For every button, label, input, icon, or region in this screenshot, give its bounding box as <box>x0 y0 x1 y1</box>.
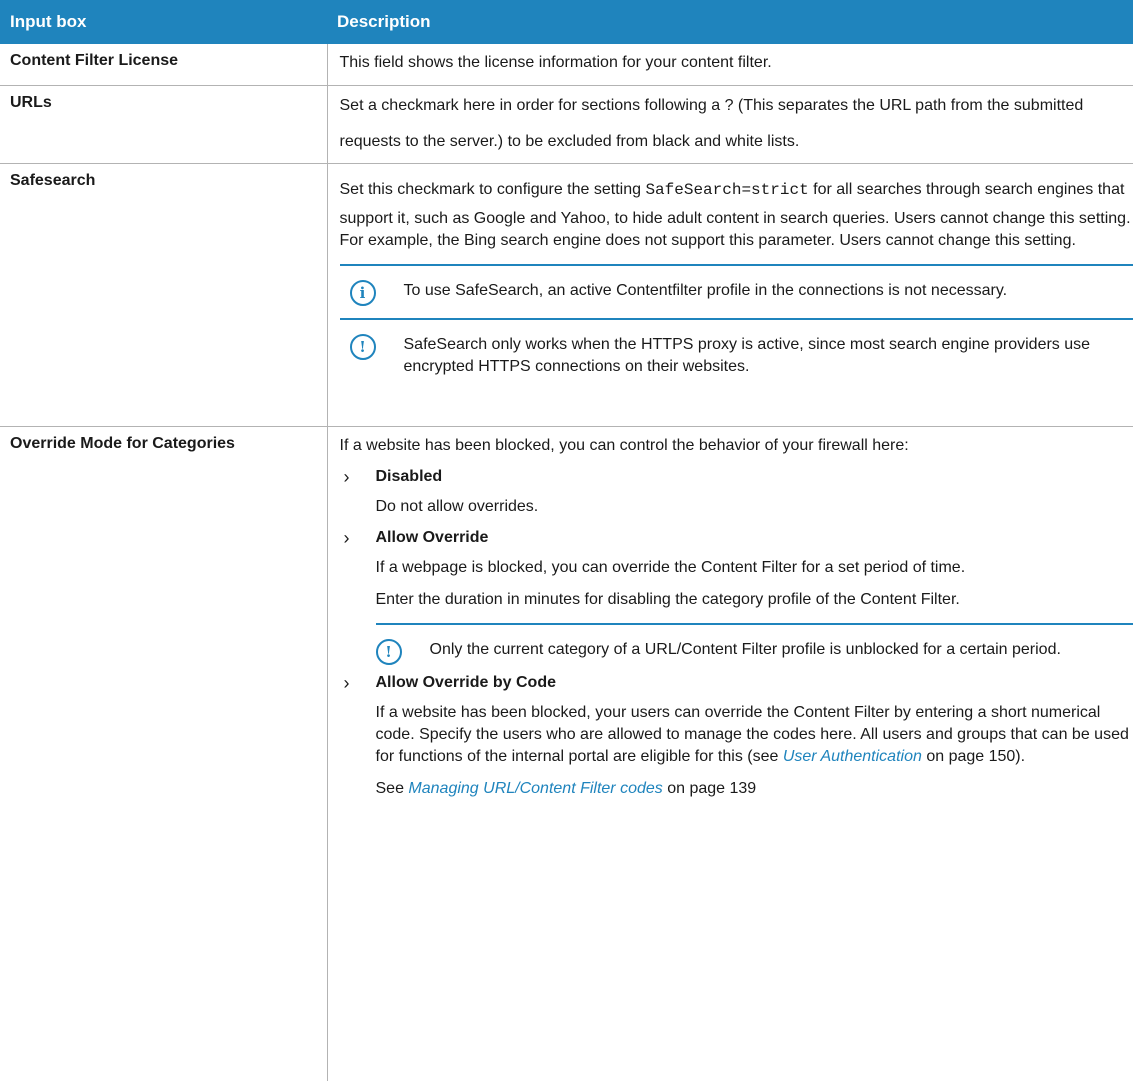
description-text: This field shows the license information… <box>339 54 772 71</box>
table-row-override: Override Mode for Categories If a websit… <box>0 426 1133 1081</box>
see-also-text: See Managing URL/Content Filter codes on… <box>340 778 1133 800</box>
row-description: If a website has been blocked, you can c… <box>327 426 1133 1081</box>
allow-override-note-text: Only the current category of a URL/Conte… <box>429 640 1061 658</box>
parameter-table: Input box Description Content Filter Lic… <box>0 0 1133 1081</box>
description-text: Set a checkmark here in order for sectio… <box>339 96 1084 150</box>
see-before: See <box>375 779 409 797</box>
warning-note-text: SafeSearch only works when the HTTPS pro… <box>403 335 1091 375</box>
chevron-right-icon: › <box>343 527 350 548</box>
row-description: Set a checkmark here in order for sectio… <box>327 85 1133 164</box>
table-row-license: Content Filter License This field shows … <box>0 44 1133 86</box>
chevron-right-icon: › <box>343 672 350 693</box>
override-intro: If a website has been blocked, you can c… <box>339 436 909 454</box>
info-note: i To use SafeSearch, an active Contentfi… <box>339 263 1133 318</box>
bullet-text: If a website has been blocked, your user… <box>340 702 1133 768</box>
safesearch-code: SafeSearch=strict <box>645 180 809 199</box>
table-row-urls: URLs Set a checkmark here in order for s… <box>0 85 1133 164</box>
bullet-allow-override: › Allow Override <box>340 528 1133 549</box>
text-before-code: Set this checkmark to configure the sett… <box>339 180 646 198</box>
code-text-after: on page 150). <box>921 747 1026 765</box>
chevron-right-icon: › <box>343 466 350 487</box>
bullet-text: If a webpage is blocked, you can overrid… <box>375 558 966 576</box>
warning-icon: ! <box>375 638 402 665</box>
warning-note: ! SafeSearch only works when the HTTPS p… <box>339 317 1133 390</box>
warning-icon: ! <box>349 333 376 360</box>
bullet-label: Disabled <box>375 468 443 485</box>
bullet-disabled: › Disabled <box>340 467 1133 488</box>
managing-codes-link[interactable]: Managing URL/Content Filter codes <box>408 780 662 797</box>
table-header-row: Input box Description <box>0 0 1133 44</box>
row-name: Safesearch <box>0 163 328 427</box>
see-after: on page 139 <box>662 779 757 797</box>
user-authentication-link[interactable]: User Authentication <box>783 748 922 765</box>
row-name: URLs <box>0 85 328 164</box>
info-icon: i <box>349 279 376 306</box>
allow-override-note: ! Only the current category of a URL/Con… <box>375 622 1133 669</box>
bullet-label: Allow Override <box>375 529 489 546</box>
info-note-text: To use SafeSearch, an active Contentfilt… <box>403 281 1008 299</box>
header-description: Description <box>327 0 1133 44</box>
bullet-text: Enter the duration in minutes for disabl… <box>375 590 960 608</box>
bullet-label: Allow Override by Code <box>375 674 556 691</box>
row-name: Override Mode for Categories <box>0 426 328 1081</box>
table-row-safesearch: Safesearch Set this checkmark to configu… <box>0 163 1133 427</box>
bullet-override-by-code: › Allow Override by Code <box>340 673 1133 694</box>
description-text: Set this checkmark to configure the sett… <box>340 172 1133 252</box>
row-description: This field shows the license information… <box>327 44 1133 86</box>
row-name: Content Filter License <box>0 44 328 86</box>
header-input-box: Input box <box>0 0 327 44</box>
bullet-text: Do not allow overrides. <box>375 497 539 515</box>
row-description: Set this checkmark to configure the sett… <box>327 163 1133 427</box>
